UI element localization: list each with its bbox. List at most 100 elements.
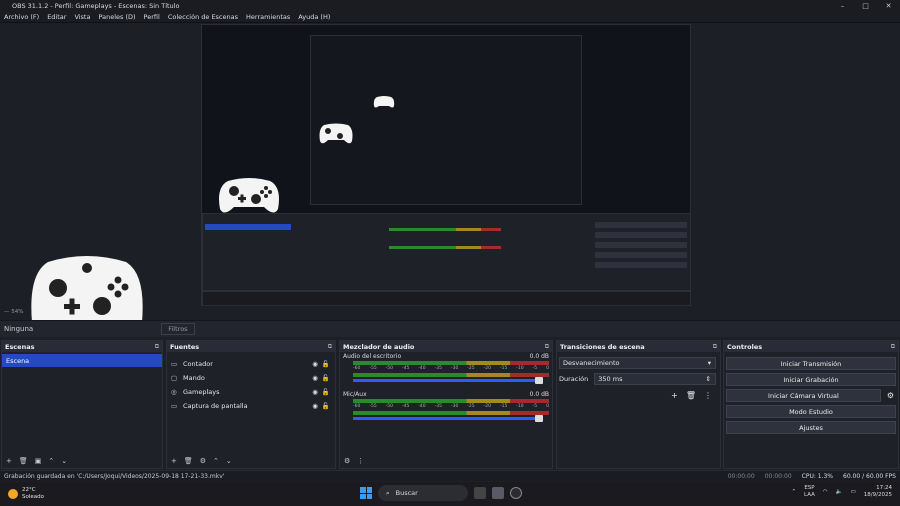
menu-coleccion[interactable]: Colección de Escenas	[164, 13, 242, 21]
gear-icon[interactable]: ⚙	[344, 457, 350, 465]
volume-slider[interactable]	[353, 415, 543, 422]
gamepad-icon	[319, 123, 353, 144]
source-item[interactable]: ▭ Captura de pantalla ◉ 🔓	[167, 399, 335, 413]
start-virtual-camera-button[interactable]: Iniciar Cámara Virtual	[726, 389, 881, 402]
source-item[interactable]: ◎ Gameplays ◉ 🔓	[167, 385, 335, 399]
lock-icon[interactable]: 🔓	[322, 388, 330, 396]
clock[interactable]: 17:24 18/9/2025	[864, 485, 892, 499]
popout-icon[interactable]: ⧉	[545, 343, 549, 351]
record-time: 00:00:00	[764, 472, 792, 480]
duration-spinbox[interactable]: 350 ms ⇕	[594, 373, 716, 385]
scene-item[interactable]: Escena	[2, 354, 162, 367]
scenes-title: Escenas	[5, 342, 35, 351]
add-icon[interactable]: +	[6, 457, 12, 465]
popout-icon[interactable]: ⧉	[328, 343, 332, 351]
eye-icon[interactable]: ◉	[312, 374, 318, 382]
lock-icon[interactable]: 🔓	[322, 402, 330, 410]
down-icon[interactable]: ⌄	[226, 457, 232, 465]
volume-icon[interactable]: 🔈	[836, 489, 843, 495]
studio-mode-button[interactable]: Modo Estudio	[726, 405, 896, 418]
add-icon[interactable]: +	[171, 457, 177, 465]
popout-icon[interactable]: ⧉	[155, 343, 159, 351]
minimize-button[interactable]: –	[831, 2, 854, 10]
chevron-up-icon[interactable]: ⌃	[791, 489, 796, 495]
obs-icon[interactable]	[510, 487, 522, 499]
task-view-icon[interactable]	[474, 487, 486, 499]
eye-icon[interactable]: ◉	[312, 388, 318, 396]
trash-icon[interactable]: 🗑	[19, 457, 28, 465]
popout-icon[interactable]: ⧉	[713, 343, 717, 351]
meter-tick: 0	[546, 404, 549, 409]
weather-widget[interactable]: 22°C Soleado	[8, 487, 44, 500]
mixer-channel: Audio del escritorio 0.0 dB -60 -55 -50 -45-…	[340, 352, 552, 390]
meter-tick: -15	[499, 366, 508, 371]
meter-tick: -40	[418, 366, 426, 371]
meter-tick: -5	[532, 404, 538, 409]
meter-tick: -55	[369, 366, 377, 371]
more-icon[interactable]: ⋮	[357, 457, 364, 465]
more-icon[interactable]: ⋮	[704, 391, 712, 400]
lock-icon[interactable]: 🔓	[322, 374, 330, 382]
transition-select[interactable]: Desvanecimiento ▾	[559, 357, 716, 369]
file-explorer-icon[interactable]	[492, 487, 504, 499]
language-indicator[interactable]: ESP LAA	[804, 485, 815, 499]
tab-filtros[interactable]: Filtros	[161, 323, 195, 335]
preview-canvas[interactable]	[201, 24, 691, 306]
close-button[interactable]: ✕	[877, 2, 900, 10]
current-source-label: Ninguna	[4, 325, 34, 333]
meter-tick: -30	[450, 404, 459, 409]
popout-icon[interactable]: ⧉	[891, 343, 895, 351]
status-message: Grabación guardada en 'C:/Users/Joqui/Vi…	[4, 472, 225, 480]
sun-icon	[8, 489, 18, 499]
trash-icon[interactable]: 🗑	[686, 391, 696, 400]
audio-mixer-dock: Mezclador de audio ⧉ Audio del escritorio…	[339, 340, 553, 469]
context-bar: Ninguna Filtros	[0, 320, 900, 337]
down-icon[interactable]: ⌄	[61, 457, 67, 465]
duration-label: Duración	[559, 375, 589, 383]
gamepad-icon: ▢	[171, 374, 178, 382]
meter-tick: -55	[369, 404, 377, 409]
audio-meter	[353, 411, 549, 415]
gear-icon[interactable]: ⚙	[887, 391, 894, 400]
settings-button[interactable]: Ajustes	[726, 421, 896, 434]
add-icon[interactable]: +	[671, 391, 678, 400]
source-item[interactable]: ▭ Contador ◉ 🔓	[167, 357, 335, 371]
eye-icon[interactable]: ◉	[312, 402, 318, 410]
meter-ticks: -60 -55 -50 -45 -40 -35 -30 -25 -20 -15 -10 -5 0	[353, 366, 549, 372]
start-recording-button[interactable]: Iniciar Grabación	[726, 373, 896, 386]
gear-icon[interactable]: ⚙	[200, 457, 206, 465]
maximize-button[interactable]: □	[854, 2, 877, 10]
filter-icon[interactable]: ▣	[35, 457, 42, 465]
title-bar: OBS 31.1.2 - Perfil: Gameplays - Escenas…	[0, 0, 900, 11]
menu-ayuda[interactable]: Ayuda (H)	[294, 13, 334, 21]
spin-arrows-icon[interactable]: ⇕	[706, 375, 711, 383]
system-tray: ⌃ ESP LAA ◠ 🔈 ▭ 17:24 18/9/2025	[791, 485, 892, 499]
search-box[interactable]: ⌕ Buscar	[378, 485, 468, 501]
meter-tick: -45	[401, 404, 410, 409]
menu-vista[interactable]: Vista	[70, 13, 94, 21]
source-item[interactable]: ▢ Mando ◉ 🔓	[167, 371, 335, 385]
stream-time: 00:00:00	[727, 472, 755, 480]
windows-start-icon[interactable]	[360, 487, 372, 499]
menu-archivo[interactable]: Archivo (F)	[0, 13, 43, 21]
up-icon[interactable]: ⌃	[48, 457, 54, 465]
volume-slider[interactable]	[353, 377, 543, 384]
up-icon[interactable]: ⌃	[213, 457, 219, 465]
meter-tick: -25	[467, 366, 475, 371]
menu-paneles[interactable]: Paneles (D)	[94, 13, 139, 21]
search-icon: ⌕	[386, 488, 390, 497]
lock-icon[interactable]: 🔓	[322, 360, 330, 368]
menu-perfil[interactable]: Perfil	[140, 13, 164, 21]
nested-docks	[202, 213, 690, 291]
gamepad-icon	[373, 96, 395, 108]
menu-herramientas[interactable]: Herramientas	[242, 13, 294, 21]
meter-tick: -15	[499, 404, 508, 409]
start-streaming-button[interactable]: Iniciar Transmisión	[726, 357, 896, 370]
monitor-icon: ▭	[171, 402, 178, 410]
wifi-icon[interactable]: ◠	[823, 489, 828, 495]
eye-icon[interactable]: ◉	[312, 360, 318, 368]
trash-icon[interactable]: 🗑	[184, 457, 193, 465]
meter-tick: -10	[516, 404, 524, 409]
menu-editar[interactable]: Editar	[43, 13, 70, 21]
battery-icon[interactable]: ▭	[851, 489, 856, 495]
